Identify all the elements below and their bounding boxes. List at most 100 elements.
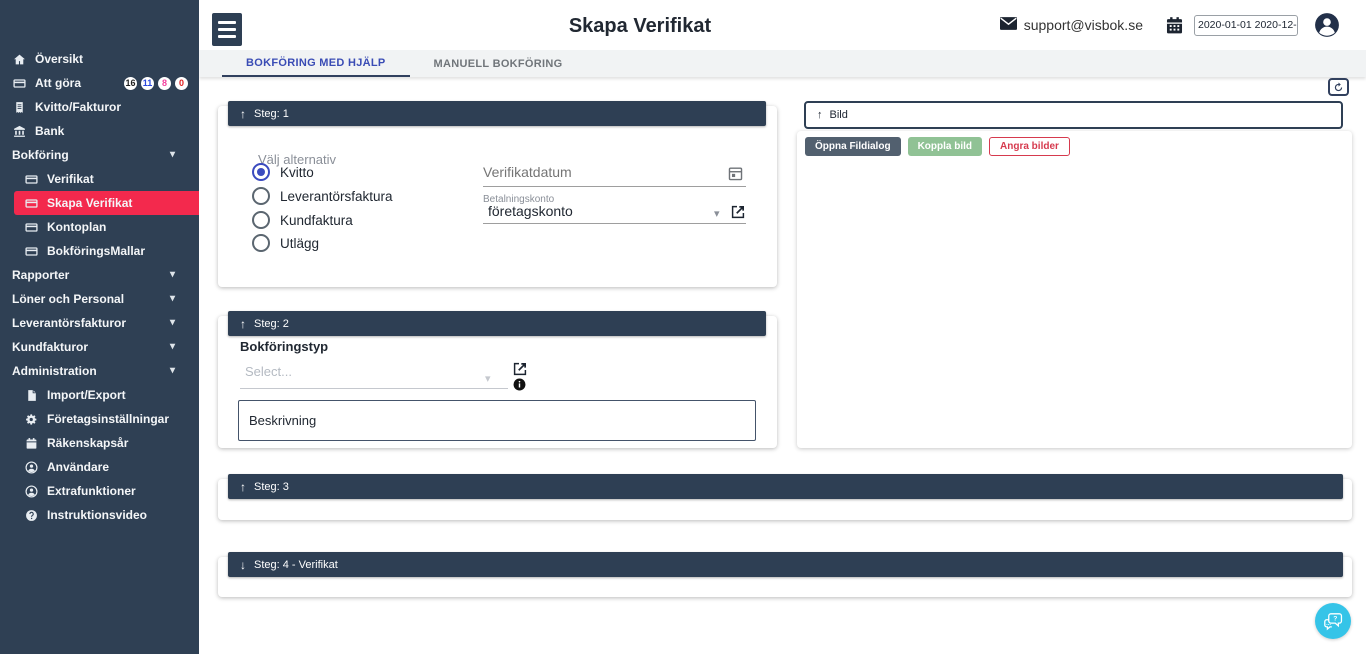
- sidebar-group-label: Löner och Personal: [12, 292, 124, 306]
- user-circle-icon: [24, 484, 38, 498]
- sidebar-item-foretagsinstallningar[interactable]: Företagsinställningar: [0, 407, 199, 431]
- hamburger-menu-button[interactable]: [212, 13, 242, 46]
- chevron-down-icon: ▾: [170, 318, 175, 328]
- undo-images-button[interactable]: Angra bilder: [989, 137, 1070, 156]
- sidebar: Översikt Att göra 16 11 8 0 Kvitto/Faktu…: [0, 0, 199, 654]
- sidebar-item-label: Verifikat: [47, 172, 94, 186]
- user-circle-icon: [24, 460, 38, 474]
- sidebar-group-label: Administration: [12, 364, 97, 378]
- sidebar-item-att-gora[interactable]: Att göra 16 11 8 0: [0, 71, 199, 95]
- bank-icon: [12, 124, 26, 138]
- svg-text:?: ?: [1333, 615, 1337, 622]
- step2-header[interactable]: ↑ Steg: 2: [228, 311, 766, 336]
- sidebar-item-bokforingsmallar[interactable]: BokföringsMallar: [0, 239, 199, 263]
- sidebar-item-label: Instruktionsvideo: [47, 508, 147, 522]
- step1-header[interactable]: ↑ Steg: 1: [228, 101, 766, 126]
- page-title: Skapa Verifikat: [520, 15, 760, 38]
- sidebar-item-bank[interactable]: Bank: [0, 119, 199, 143]
- attach-image-button[interactable]: Koppla bild: [908, 137, 982, 156]
- sidebar-item-rakenskapsar[interactable]: Räkenskapsår: [0, 431, 199, 455]
- bokforingstyp-select[interactable]: Select...: [240, 363, 508, 389]
- radio-label: Kvitto: [280, 165, 314, 180]
- sidebar-item-kvitto-fakturor[interactable]: Kvitto/Fakturor: [0, 95, 199, 119]
- sidebar-item-label: Företagsinställningar: [47, 412, 169, 426]
- sidebar-item-label: Att göra: [35, 76, 81, 90]
- tab-strip: BOKFÖRING MED HJÄLP MANUELL BOKFÖRING: [199, 50, 1366, 77]
- sidebar-group-loner-och-personal[interactable]: Löner och Personal ▾: [0, 287, 199, 311]
- sidebar-group-bokforing[interactable]: Bokföring ▾: [0, 143, 199, 167]
- step4-title: Steg: 4 - Verifikat: [254, 559, 338, 571]
- top-bar: Skapa Verifikat support@visbok.se 2020-0…: [199, 0, 1366, 50]
- sidebar-item-import-export[interactable]: Import/Export: [0, 383, 199, 407]
- radio-button[interactable]: [252, 211, 270, 229]
- radio-leverantorsfaktura[interactable]: Leverantörsfaktura: [252, 187, 393, 205]
- image-panel-card: [797, 131, 1352, 448]
- sidebar-group-label: Bokföring: [12, 148, 69, 162]
- radio-button[interactable]: [252, 187, 270, 205]
- external-link-icon[interactable]: [730, 204, 746, 220]
- external-link-icon[interactable]: [512, 361, 528, 377]
- badge-count: 11: [141, 77, 154, 90]
- support-email-link[interactable]: support@visbok.se: [1000, 17, 1143, 33]
- image-panel-buttons: Öppna Fildialog Koppla bild Angra bilder: [805, 137, 1070, 156]
- verifikatdatum-input[interactable]: Verifikatdatum: [483, 164, 746, 187]
- sidebar-item-skapa-verifikat-active[interactable]: Skapa Verifikat: [14, 191, 199, 215]
- file-icon: [24, 388, 38, 402]
- betalningskonto-select[interactable]: företagskonto: [483, 203, 746, 224]
- sidebar-item-anvandare[interactable]: Användare: [0, 455, 199, 479]
- datepicker-calendar-icon[interactable]: [727, 165, 744, 182]
- arrow-up-icon: ↑: [240, 107, 246, 121]
- chevron-down-icon: ▾: [170, 366, 175, 376]
- sidebar-item-oversikt[interactable]: Översikt: [0, 47, 199, 71]
- card-icon: [24, 244, 38, 258]
- open-file-dialog-button[interactable]: Öppna Fildialog: [805, 137, 901, 156]
- sidebar-item-instruktionsvideo[interactable]: Instruktionsvideo: [0, 503, 199, 527]
- support-email-text: support@visbok.se: [1024, 17, 1143, 33]
- sidebar-group-administration[interactable]: Administration ▾: [0, 359, 199, 383]
- sidebar-item-label: Översikt: [35, 52, 83, 66]
- sidebar-item-extrafunktioner[interactable]: Extrafunktioner: [0, 479, 199, 503]
- step4-header[interactable]: ↓ Steg: 4 - Verifikat: [228, 552, 1343, 577]
- tab-manuell-bokforing[interactable]: MANUELL BOKFÖRING: [410, 50, 587, 77]
- radio-kundfaktura[interactable]: Kundfaktura: [252, 211, 353, 229]
- sidebar-group-label: Rapporter: [12, 268, 69, 282]
- sidebar-item-label: BokföringsMallar: [47, 244, 145, 258]
- sidebar-item-label: Skapa Verifikat: [47, 196, 132, 210]
- calendar-icon: [24, 436, 38, 450]
- home-icon: [12, 52, 26, 66]
- arrow-up-icon: ↑: [240, 317, 246, 331]
- step3-header[interactable]: ↑ Steg: 3: [228, 474, 1343, 499]
- verifikatdatum-placeholder: Verifikatdatum: [483, 164, 572, 180]
- beskrivning-textarea[interactable]: Beskrivning: [238, 400, 756, 441]
- envelope-icon: [1000, 17, 1017, 33]
- sidebar-group-leverantorsfakturor[interactable]: Leverantörsfakturor ▾: [0, 311, 199, 335]
- image-panel-header[interactable]: ↑ Bild: [804, 101, 1343, 129]
- radio-button-checked[interactable]: [252, 163, 270, 181]
- radio-utlagg[interactable]: Utlägg: [252, 234, 319, 252]
- chevron-down-icon: ▾: [170, 270, 175, 280]
- fiscal-period-select[interactable]: 2020-01-01 2020-12-31 ▾: [1194, 15, 1298, 36]
- chevron-down-icon[interactable]: ▾: [485, 372, 491, 385]
- sidebar-group-kundfakturor[interactable]: Kundfakturor ▾: [0, 335, 199, 359]
- sidebar-item-kontoplan[interactable]: Kontoplan: [0, 215, 199, 239]
- question-circle-icon: [24, 508, 38, 522]
- fiscal-period-value: 2020-01-01 2020-12-31: [1195, 19, 1298, 31]
- sidebar-item-label: Kvitto/Fakturor: [35, 100, 121, 114]
- chevron-down-icon[interactable]: ▾: [714, 207, 720, 220]
- sidebar-group-label: Kundfakturor: [12, 340, 88, 354]
- radio-kvitto[interactable]: Kvitto: [252, 163, 314, 181]
- info-icon[interactable]: [513, 378, 526, 391]
- sidebar-item-label: Extrafunktioner: [47, 484, 136, 498]
- step3-title: Steg: 3: [254, 481, 289, 493]
- sidebar-group-rapporter[interactable]: Rapporter ▾: [0, 263, 199, 287]
- step1-title: Steg: 1: [254, 108, 289, 120]
- arrow-up-icon: ↑: [817, 109, 823, 121]
- chat-bubbles-icon: ?...: [1322, 611, 1344, 631]
- radio-button[interactable]: [252, 234, 270, 252]
- help-chat-button[interactable]: ?...: [1315, 603, 1351, 639]
- sidebar-item-verifikat[interactable]: Verifikat: [0, 167, 199, 191]
- refresh-button[interactable]: [1328, 78, 1349, 96]
- user-avatar[interactable]: [1314, 12, 1340, 38]
- tab-bokforing-med-hjalp[interactable]: BOKFÖRING MED HJÄLP: [222, 50, 410, 77]
- svg-text:...: ...: [1326, 621, 1331, 627]
